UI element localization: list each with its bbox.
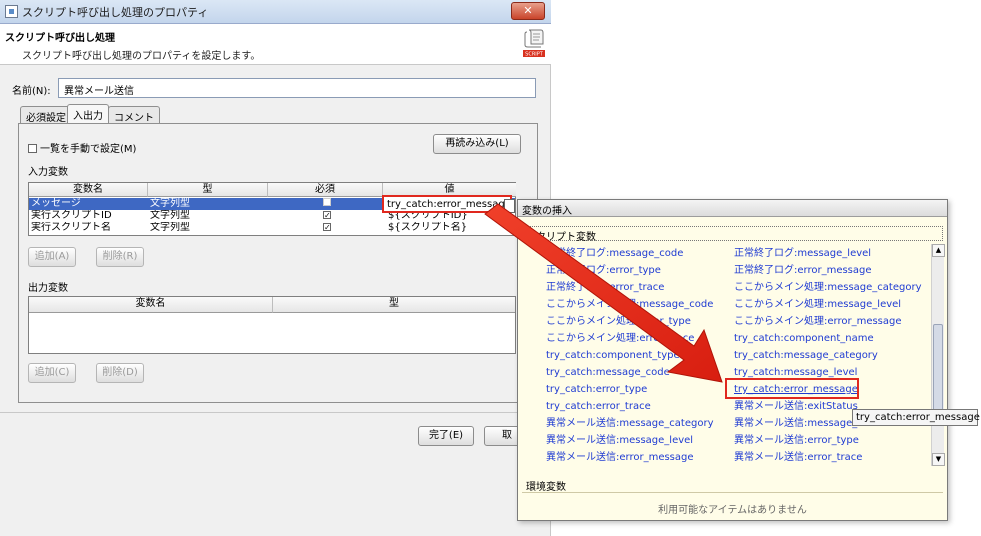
variable-insert-handle[interactable] bbox=[504, 199, 515, 213]
footer-divider bbox=[0, 412, 551, 413]
variable-list: 正常終了ログ:message_code 正常終了ログ:error_type 正常… bbox=[524, 244, 931, 466]
manual-setting-checkbox[interactable] bbox=[28, 144, 37, 153]
list-item[interactable]: ここからメイン処理:error_message bbox=[734, 316, 902, 328]
list-item[interactable]: try_catch:error_type bbox=[546, 384, 647, 396]
done-button[interactable]: 完了(E) bbox=[418, 426, 474, 446]
row-name: 実行スクリプトID bbox=[31, 210, 112, 221]
list-item[interactable]: try_catch:message_category bbox=[734, 350, 878, 362]
row-name: 実行スクリプト名 bbox=[31, 222, 111, 233]
list-item[interactable]: 異常メール送信:error_trace bbox=[734, 452, 862, 464]
row-name: メッセージ bbox=[31, 198, 81, 209]
list-item[interactable]: try_catch:error_trace bbox=[546, 401, 651, 413]
list-item[interactable]: 異常メール送信:error_type bbox=[734, 435, 859, 447]
delete-input-button[interactable]: 削除(R) bbox=[96, 247, 144, 267]
name-label: 名前(N): bbox=[12, 86, 51, 97]
dialog-header: スクリプト呼び出し処理 スクリプト呼び出し処理のプロパティを設定します。 SCR… bbox=[0, 24, 551, 65]
list-item[interactable]: ここからメイン処理:message_code bbox=[546, 299, 713, 311]
list-item[interactable]: ここからメイン処理:error_trace bbox=[546, 333, 694, 345]
tab-required[interactable]: 必須設定 bbox=[20, 106, 72, 124]
col-header-type[interactable]: 型 bbox=[148, 183, 268, 197]
list-item[interactable]: 正常終了ログ:error_type bbox=[546, 265, 661, 277]
output-variables-label: 出力変数 bbox=[28, 283, 68, 294]
variable-insert-popup: 変数の挿入 スクリプト変数 正常終了ログ:message_code 正常終了ログ… bbox=[517, 199, 948, 521]
window-title: スクリプト呼び出し処理のプロパティ bbox=[22, 6, 209, 19]
row-value[interactable]: ${スクリプト名} bbox=[386, 222, 514, 234]
manual-setting-label: 一覧を手動で設定(M) bbox=[40, 144, 137, 155]
table-row[interactable]: 実行スクリプト名 文字列型 ✓ ${スクリプト名} bbox=[29, 222, 515, 234]
env-divider bbox=[522, 492, 943, 493]
env-empty-message: 利用可能なアイテムはありません bbox=[658, 505, 807, 516]
scroll-up-icon[interactable]: ▲ bbox=[932, 244, 945, 257]
list-item[interactable]: try_catch:component_type bbox=[546, 350, 680, 362]
add-input-button[interactable]: 追加(A) bbox=[28, 247, 76, 267]
required-checkbox[interactable] bbox=[323, 198, 331, 206]
list-item[interactable]: try_catch:message_code bbox=[546, 367, 670, 379]
title-bar[interactable]: スクリプト呼び出し処理のプロパティ ✕ bbox=[0, 0, 551, 24]
tab-comment[interactable]: コメント bbox=[108, 106, 160, 124]
tab-io[interactable]: 入出力 bbox=[67, 104, 109, 124]
row-type: 文字列型 bbox=[150, 222, 190, 233]
script-variables-group[interactable]: スクリプト変数 bbox=[522, 226, 943, 243]
name-input[interactable]: 異常メール送信 bbox=[58, 78, 536, 98]
add-output-button[interactable]: 追加(C) bbox=[28, 363, 76, 383]
script-icon: SCRIPT bbox=[523, 29, 545, 58]
input-variables-label: 入力変数 bbox=[28, 167, 68, 178]
app-icon bbox=[5, 5, 18, 18]
list-item[interactable]: 異常メール送信:message_category bbox=[546, 418, 714, 430]
delete-output-button[interactable]: 削除(D) bbox=[96, 363, 144, 383]
output-variables-table: 変数名 型 bbox=[28, 296, 516, 354]
header-subtitle: スクリプト呼び出し処理のプロパティを設定します。 bbox=[22, 51, 261, 62]
list-item[interactable]: 異常メール送信:message_level bbox=[546, 435, 693, 447]
col-header-name[interactable]: 変数名 bbox=[29, 183, 148, 197]
list-item[interactable]: 正常終了ログ:message_code bbox=[546, 248, 683, 260]
value-editor-field[interactable]: try_catch:error_message} bbox=[382, 195, 512, 213]
manual-setting-row[interactable]: 一覧を手動で設定(M) bbox=[28, 140, 136, 155]
list-item[interactable]: 正常終了ログ:error_message bbox=[734, 265, 872, 277]
out-col-header-name[interactable]: 変数名 bbox=[29, 297, 273, 313]
out-col-header-type[interactable]: 型 bbox=[273, 297, 515, 313]
list-item[interactable]: ここからメイン処理:message_level bbox=[734, 299, 901, 311]
required-checkbox[interactable]: ✓ bbox=[323, 223, 331, 232]
list-item[interactable]: 異常メール送信:exitStatus bbox=[734, 401, 858, 413]
col-header-required[interactable]: 必須 bbox=[268, 183, 383, 197]
close-button[interactable]: ✕ bbox=[511, 2, 545, 20]
list-item[interactable]: try_catch:component_name bbox=[734, 333, 874, 345]
script-icon-caption: SCRIPT bbox=[525, 52, 544, 58]
required-checkbox[interactable]: ✓ bbox=[323, 211, 331, 220]
row-type: 文字列型 bbox=[150, 210, 190, 221]
vertical-scrollbar[interactable]: ▲ ▼ bbox=[931, 244, 945, 466]
popup-title: 変数の挿入 bbox=[518, 200, 947, 217]
scroll-down-icon[interactable]: ▼ bbox=[932, 453, 945, 466]
header-title: スクリプト呼び出し処理 bbox=[5, 33, 115, 44]
tooltip: try_catch:error_message bbox=[852, 409, 980, 426]
row-type: 文字列型 bbox=[150, 198, 190, 209]
list-item[interactable]: 異常メール送信:error_message bbox=[546, 452, 694, 464]
reload-button[interactable]: 再読み込み(L) bbox=[433, 134, 521, 154]
list-item[interactable]: ここからメイン処理:message_category bbox=[734, 282, 922, 294]
list-item[interactable]: 正常終了ログ:message_level bbox=[734, 248, 871, 260]
list-item[interactable]: 正常終了ログ:error_trace bbox=[546, 282, 664, 294]
list-item[interactable]: ここからメイン処理:error_type bbox=[546, 316, 691, 328]
environment-variables-group[interactable]: 環境変数 bbox=[526, 478, 566, 493]
selected-item-highlight bbox=[725, 378, 859, 399]
